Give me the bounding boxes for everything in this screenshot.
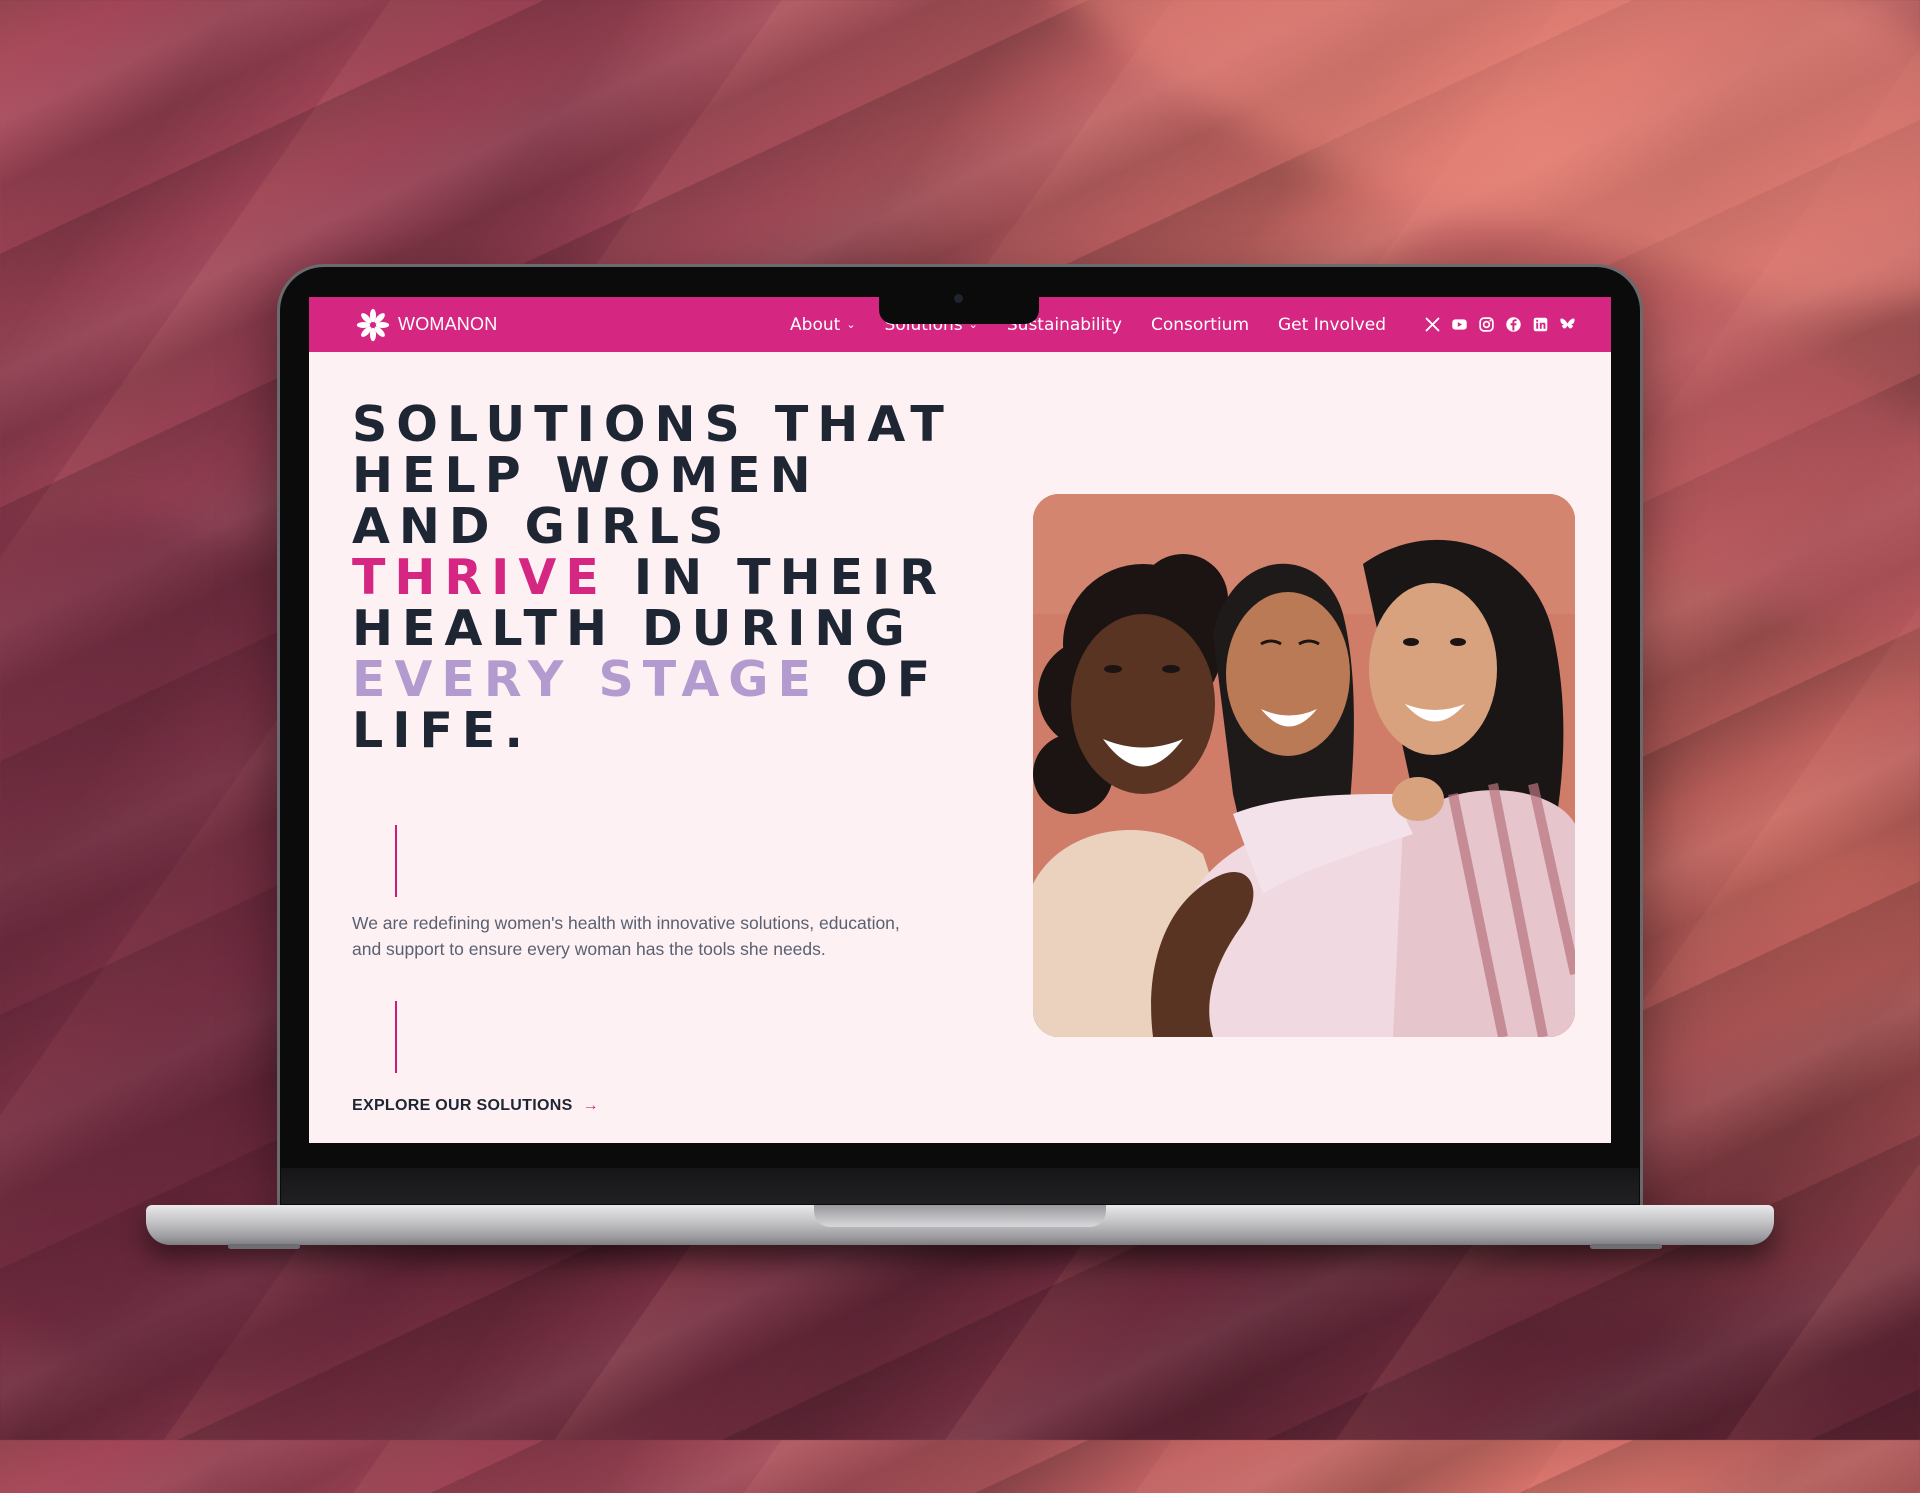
headline-line: THRIVE IN THEIR bbox=[352, 552, 1052, 603]
decorative-divider bbox=[395, 825, 397, 897]
logo[interactable]: WOMANON bbox=[354, 306, 497, 344]
women-hugging-illustration bbox=[1033, 494, 1575, 1037]
headline-line: EVERY STAGE OF bbox=[352, 654, 1052, 705]
headline-line: AND GIRLS bbox=[352, 498, 733, 555]
youtube-icon[interactable] bbox=[1451, 316, 1468, 333]
chevron-down-icon: ⌄ bbox=[846, 318, 856, 331]
nav-item-get-involved[interactable]: Get Involved bbox=[1278, 315, 1386, 335]
hero-photo bbox=[1033, 494, 1575, 1037]
headline-line: HEALTH DURING bbox=[352, 600, 914, 657]
facebook-icon[interactable] bbox=[1505, 316, 1522, 333]
hero-description: We are redefining women's health with in… bbox=[352, 913, 900, 959]
headline-text: OF bbox=[819, 651, 940, 708]
laptop-bezel bbox=[281, 1168, 1639, 1204]
camera-icon bbox=[954, 294, 963, 303]
brand-name: WOMANON bbox=[398, 314, 498, 334]
headline-line: LIFE. bbox=[352, 702, 533, 759]
laptop-base-notch bbox=[814, 1205, 1106, 1227]
bluesky-icon[interactable] bbox=[1559, 316, 1576, 333]
decorative-divider bbox=[395, 1001, 397, 1073]
nav-item-consortium[interactable]: Consortium bbox=[1151, 315, 1249, 335]
hero-headline: SOLUTIONS THAT HELP WOMEN AND GIRLS THRI… bbox=[352, 399, 1052, 756]
headline-accent-every-stage: EVERY STAGE bbox=[352, 651, 820, 708]
nav-item-label: Consortium bbox=[1150, 314, 1249, 335]
instagram-icon[interactable] bbox=[1478, 316, 1495, 333]
headline-text: IN THEIR bbox=[607, 549, 947, 606]
cta-label: EXPLORE OUR SOLUTIONS bbox=[352, 1097, 573, 1114]
nav-item-about[interactable]: About ⌄ bbox=[790, 315, 855, 335]
nav-item-label: About bbox=[790, 314, 841, 335]
headline-line: HELP WOMEN bbox=[352, 447, 820, 504]
nav-links: About ⌄ Solutions ⌄ Sustainability Conso… bbox=[761, 315, 1386, 335]
linkedin-icon[interactable] bbox=[1532, 316, 1549, 333]
headline-accent-thrive: THRIVE bbox=[352, 549, 608, 606]
laptop-foot bbox=[228, 1244, 300, 1249]
explore-solutions-link[interactable]: EXPLORE OUR SOLUTIONS → bbox=[352, 1097, 599, 1115]
website-screen: WOMANON About ⌄ Solutions ⌄ Sustainabili… bbox=[309, 297, 1611, 1143]
laptop-foot bbox=[1590, 1244, 1662, 1249]
social-links bbox=[1414, 316, 1576, 333]
nav-item-label: Get Involved bbox=[1278, 314, 1386, 335]
flower-logo-icon bbox=[356, 308, 390, 341]
headline-line: SOLUTIONS THAT bbox=[352, 396, 953, 453]
arrow-right-icon: → bbox=[582, 1097, 599, 1114]
x-icon[interactable] bbox=[1424, 316, 1441, 333]
